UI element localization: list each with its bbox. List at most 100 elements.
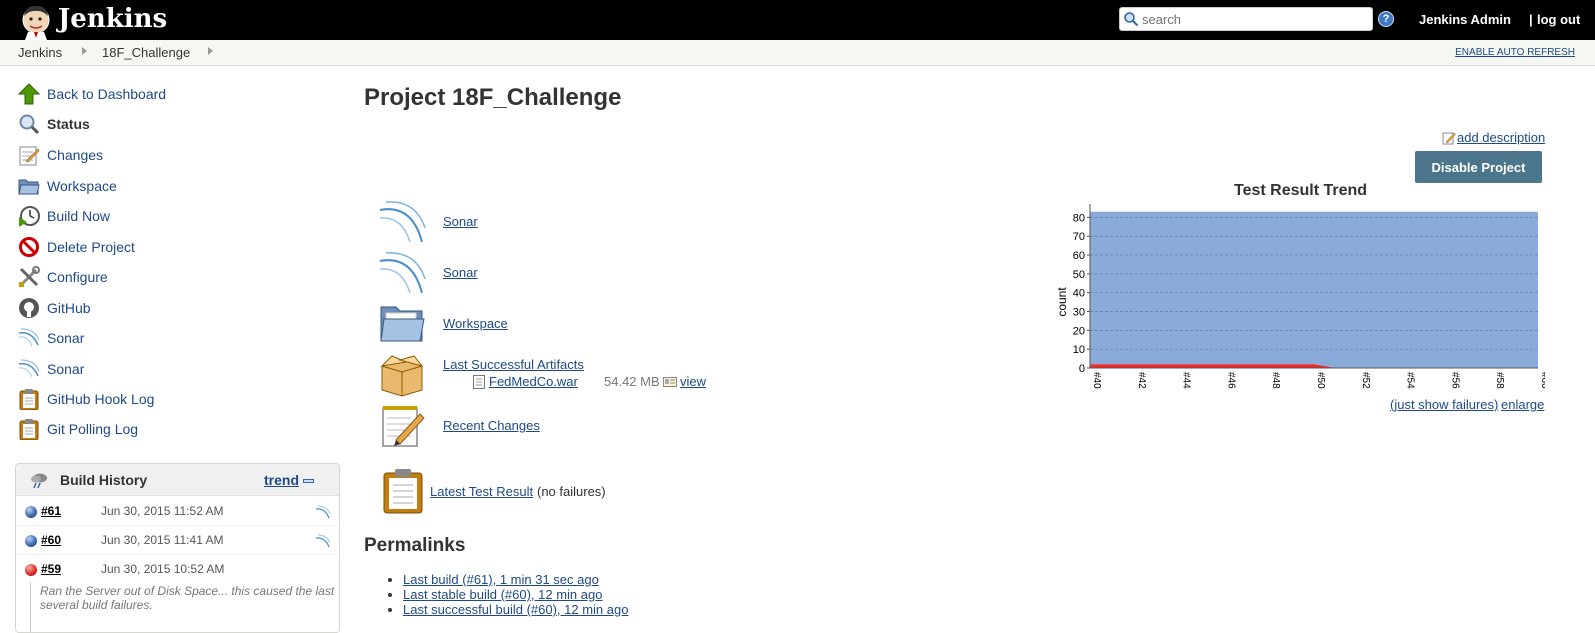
search-input[interactable]	[1140, 9, 1368, 29]
task-label[interactable]: Status	[47, 116, 90, 132]
sonar-icon[interactable]	[378, 249, 426, 297]
sonar-icon[interactable]	[315, 534, 331, 548]
y-tick-label: 60	[1073, 250, 1085, 262]
trend-link[interactable]: trend	[264, 472, 299, 488]
user-link[interactable]: Jenkins Admin	[1419, 12, 1511, 27]
package-icon[interactable]	[378, 350, 426, 398]
task-label[interactable]: Build Now	[47, 208, 110, 224]
artifact-view-link[interactable]: view	[680, 374, 706, 389]
jenkins-logo-icon[interactable]	[16, 2, 56, 40]
breadcrumb-arrow-icon[interactable]	[208, 47, 213, 55]
build-description-rule	[30, 582, 31, 632]
task-label[interactable]: Workspace	[47, 178, 117, 194]
add-description-link[interactable]: add description	[1457, 130, 1545, 145]
task-label[interactable]: Delete Project	[47, 239, 135, 255]
x-tick-label: #48	[1270, 372, 1281, 389]
breadcrumb-arrow-icon[interactable]	[82, 47, 87, 55]
build-row[interactable]: #61 Jun 30, 2015 11:52 AM	[16, 497, 339, 526]
build-date[interactable]: Jun 30, 2015 10:52 AM	[101, 562, 224, 576]
file-icon	[473, 375, 485, 389]
weather-icon	[31, 473, 47, 489]
sonar-icon[interactable]	[315, 505, 331, 519]
magnifier-icon	[19, 114, 40, 135]
status-ball-icon	[25, 535, 37, 547]
enable-auto-refresh-link[interactable]: ENABLE AUTO REFRESH	[1455, 47, 1575, 58]
permalink-last-successful-build[interactable]: Last successful build (#60), 12 min ago	[403, 602, 628, 617]
task-label[interactable]: GitHub Hook Log	[47, 391, 154, 407]
brand-title[interactable]: Jenkins	[58, 4, 167, 34]
y-tick-label: 20	[1073, 325, 1085, 337]
build-history-panel: Build History trend #61 Jun 30, 2015 11:…	[15, 463, 340, 633]
build-history-header: Build History trend	[16, 464, 339, 496]
x-tick-label: #56	[1449, 372, 1460, 389]
build-number-link[interactable]: #59	[41, 562, 61, 576]
list-item: Last successful build (#60), 12 min ago	[403, 602, 628, 617]
build-number-link[interactable]: #60	[41, 533, 61, 547]
enlarge-link[interactable]: enlarge	[1501, 397, 1544, 412]
build-row[interactable]: #59 Jun 30, 2015 10:52 AM	[16, 555, 339, 584]
folder-icon[interactable]	[378, 299, 426, 347]
x-tick-label: #44	[1181, 372, 1192, 389]
list-item: Last stable build (#60), 12 min ago	[403, 587, 628, 602]
search-box	[1119, 7, 1373, 31]
build-description: Ran the Server out of Disk Space... this…	[40, 584, 335, 612]
notepad-icon	[19, 146, 40, 166]
notepad-icon[interactable]	[378, 402, 426, 450]
disable-project-button[interactable]: Disable Project	[1415, 151, 1542, 183]
status-ball-icon	[25, 506, 37, 518]
x-tick-label: #54	[1405, 372, 1416, 389]
y-tick-label: 10	[1073, 344, 1085, 356]
breadcrumb-jenkins[interactable]: Jenkins	[18, 45, 62, 60]
build-row[interactable]: #60 Jun 30, 2015 11:41 AM	[16, 526, 339, 555]
top-header: Jenkins ? Jenkins Admin | log out	[0, 0, 1595, 40]
edit-description-icon[interactable]	[1442, 131, 1456, 145]
build-date[interactable]: Jun 30, 2015 11:41 AM	[101, 533, 224, 547]
sonar-link[interactable]: Sonar	[443, 265, 478, 280]
x-tick-label: #42	[1136, 372, 1147, 389]
help-icon[interactable]: ?	[1378, 11, 1394, 27]
logout-link[interactable]: log out	[1537, 12, 1580, 27]
tools-icon	[19, 266, 40, 287]
sonar-icon[interactable]	[378, 198, 426, 246]
permalinks-title: Permalinks	[364, 535, 466, 556]
y-tick-label: 80	[1073, 212, 1085, 224]
permalinks-list: Last build (#61), 1 min 31 sec ago Last …	[389, 572, 628, 617]
header-separator: |	[1529, 12, 1533, 27]
github-icon	[19, 298, 39, 318]
clipboard-icon	[19, 419, 39, 440]
status-ball-icon	[25, 564, 37, 576]
fingerprint-icon[interactable]	[663, 377, 677, 387]
task-label[interactable]: Sonar	[47, 361, 84, 377]
chart-title: Test Result Trend	[1234, 182, 1368, 199]
task-label[interactable]: GitHub	[47, 300, 91, 316]
breadcrumb-project[interactable]: 18F_Challenge	[102, 45, 190, 60]
task-label[interactable]: Configure	[47, 269, 108, 285]
task-label[interactable]: Back to Dashboard	[47, 86, 166, 102]
test-result-trend-chart[interactable]: 0 10 20 30 40 50 60 70 80 #40 #42 #44 #46 #48 #50 #52 #5…	[1050, 200, 1545, 395]
task-label[interactable]: Git Polling Log	[47, 421, 138, 437]
build-number-link[interactable]: #61	[41, 504, 61, 518]
artifact-file-link[interactable]: FedMedCo.war	[489, 374, 578, 389]
test-result-summary: (no failures)	[537, 484, 606, 499]
task-label[interactable]: Changes	[47, 147, 103, 163]
last-successful-artifacts-link[interactable]: Last Successful Artifacts	[443, 357, 584, 372]
sonar-link[interactable]: Sonar	[443, 214, 478, 229]
just-show-failures-link[interactable]: (just show failures)	[1390, 397, 1498, 412]
up-arrow-icon	[18, 83, 40, 105]
permalink-last-build[interactable]: Last build (#61), 1 min 31 sec ago	[403, 572, 599, 587]
latest-test-result-link[interactable]: Latest Test Result	[430, 484, 533, 499]
clipboard-icon[interactable]	[380, 467, 428, 515]
build-date[interactable]: Jun 30, 2015 11:52 AM	[101, 504, 224, 518]
x-tick-label: #50	[1315, 372, 1326, 389]
permalink-last-stable-build[interactable]: Last stable build (#60), 12 min ago	[403, 587, 602, 602]
task-label[interactable]: Sonar	[47, 330, 84, 346]
workspace-link[interactable]: Workspace	[443, 316, 508, 331]
folder-icon	[18, 179, 40, 195]
y-axis-label: count	[1055, 287, 1069, 317]
minimize-icon[interactable]	[303, 479, 314, 483]
recent-changes-link[interactable]: Recent Changes	[443, 418, 540, 433]
artifact-size: 54.42 MB	[604, 374, 660, 389]
build-history-title: Build History	[60, 472, 148, 488]
y-tick-label: 70	[1073, 231, 1085, 243]
page-title: Project 18F_Challenge	[364, 84, 622, 111]
